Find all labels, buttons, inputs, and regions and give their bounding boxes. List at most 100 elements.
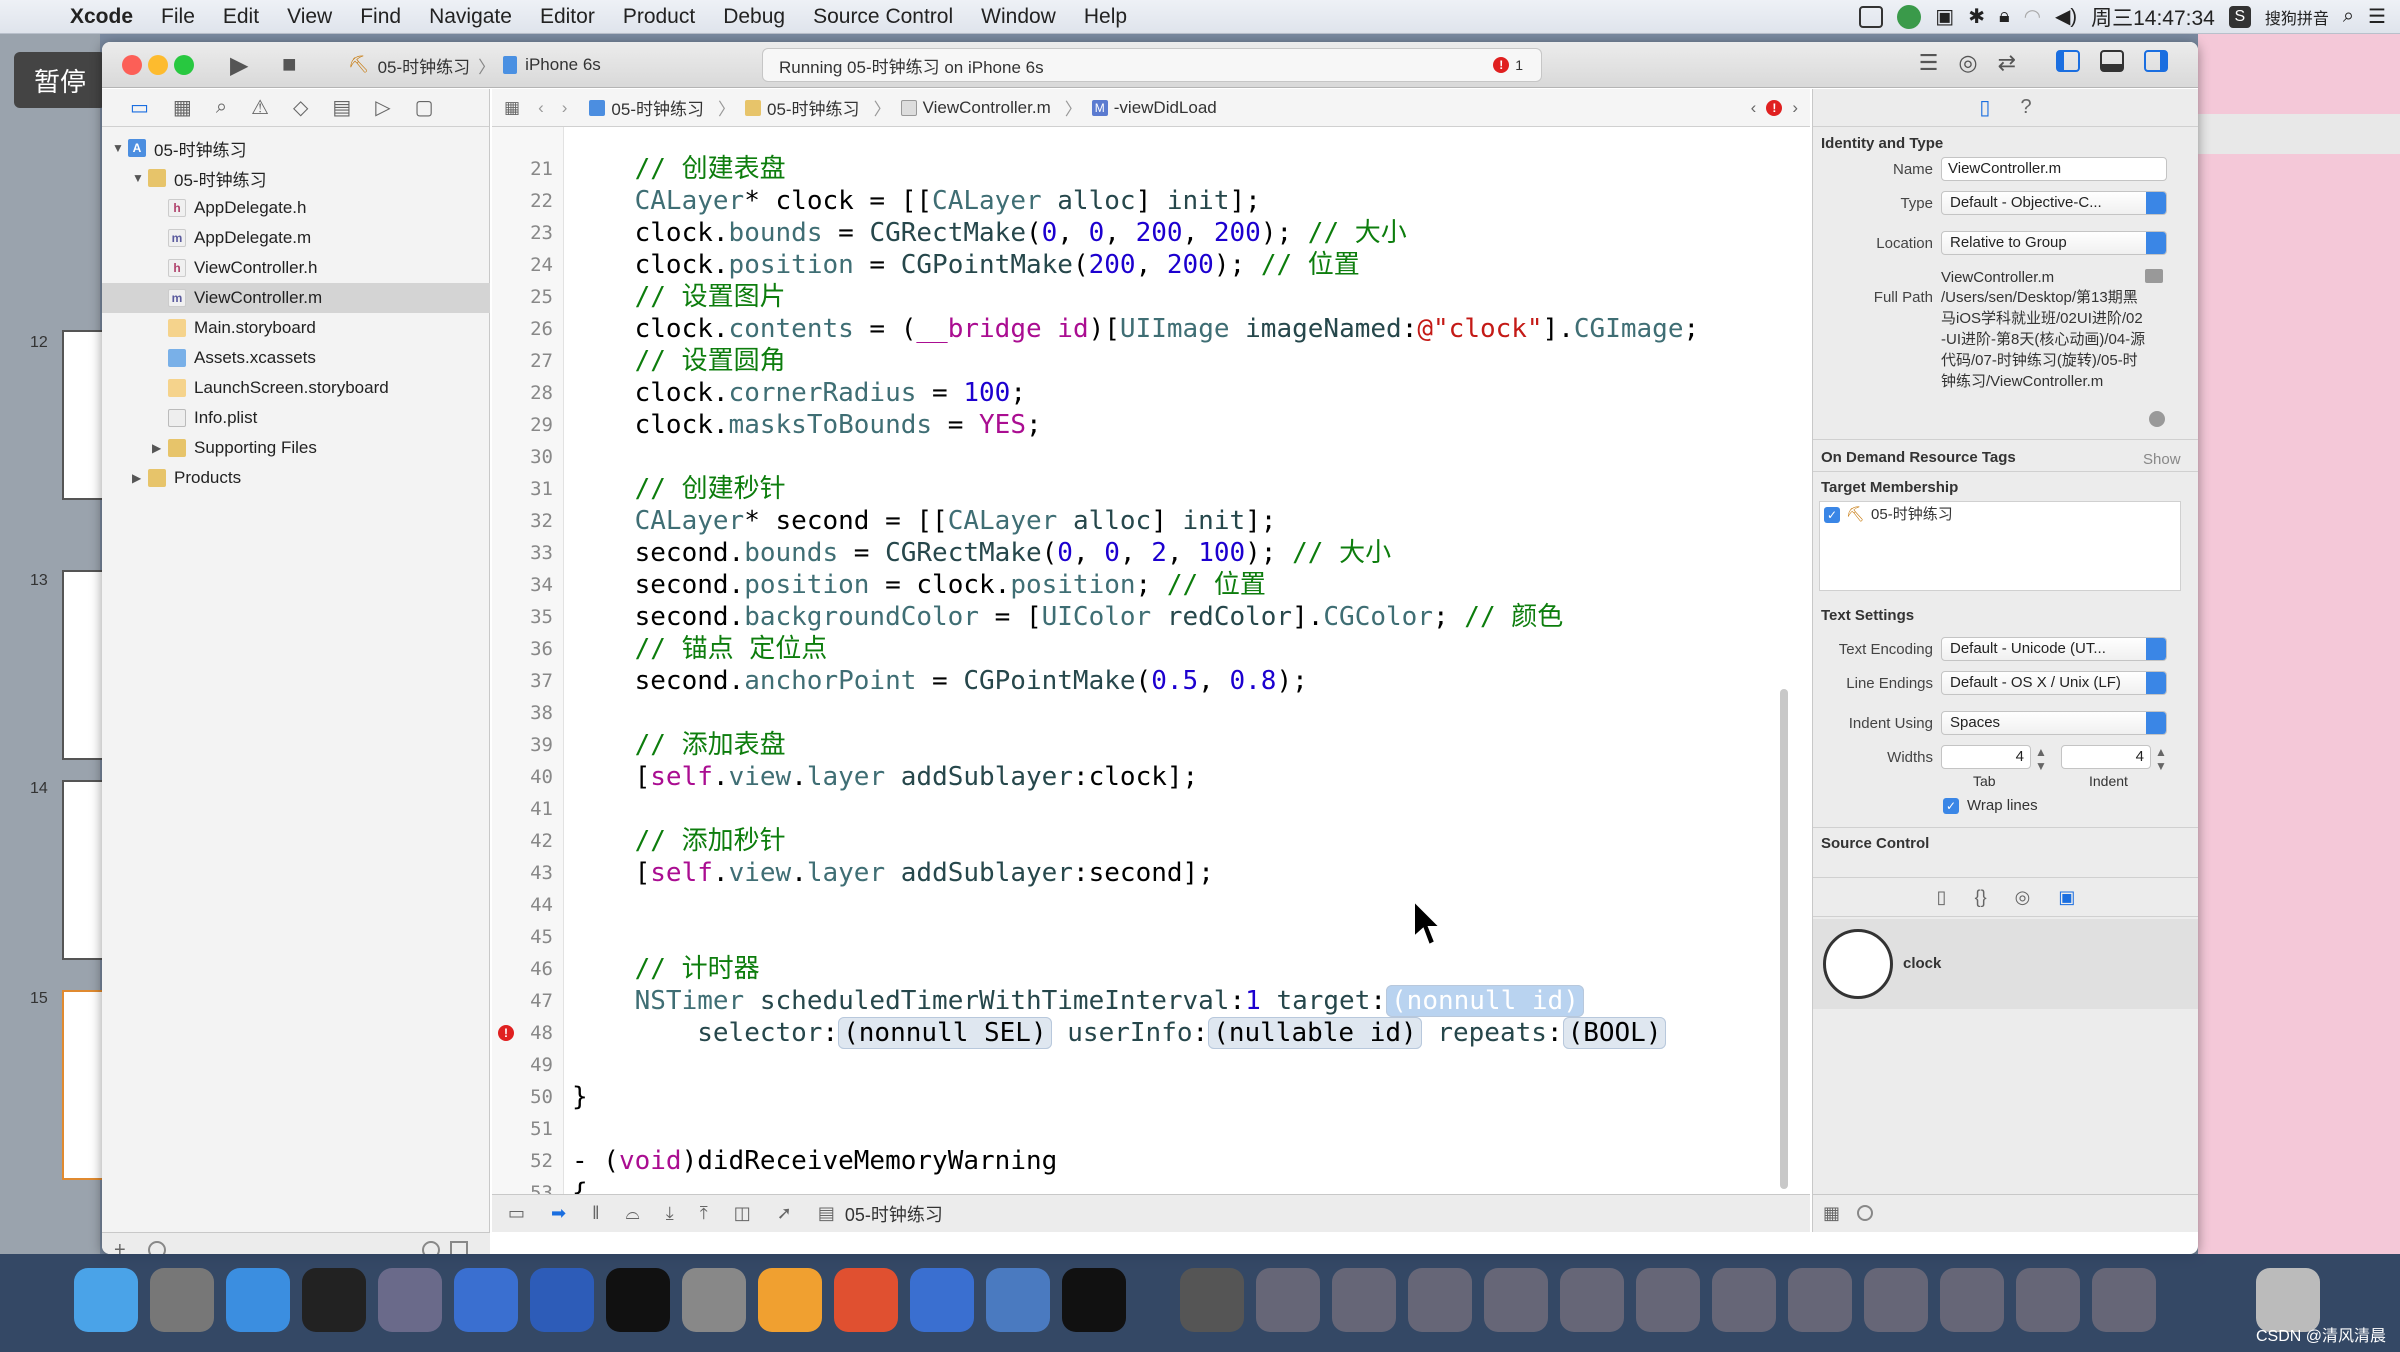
object-library-icon[interactable]: ◎	[2015, 887, 2031, 908]
quicktime-icon[interactable]	[910, 1268, 974, 1332]
disclosure-triangle-icon[interactable]: ▶	[132, 471, 148, 485]
tree-item-project[interactable]: ▼ A 05-时钟练习	[102, 133, 490, 163]
minimized-window-icon[interactable]	[1864, 1268, 1928, 1332]
instruments-icon[interactable]	[530, 1268, 594, 1332]
breakpoint-navigator-icon[interactable]: ▷	[375, 95, 390, 120]
minimized-window-icon[interactable]	[1484, 1268, 1548, 1332]
line-number[interactable]: 42	[530, 825, 553, 857]
tree-item-supporting-files[interactable]: ▶ Supporting Files	[102, 433, 490, 463]
next-issue-icon[interactable]: ›	[1792, 98, 1798, 118]
step-into-icon[interactable]: ⤓	[666, 1203, 674, 1224]
add-icon[interactable]: +	[114, 1239, 126, 1254]
disclosure-triangle-icon[interactable]: ▼	[132, 171, 148, 185]
forward-arrow-icon[interactable]: ›	[562, 98, 568, 118]
grid-view-icon[interactable]: ▦	[1823, 1203, 1840, 1224]
sketch-icon[interactable]	[758, 1268, 822, 1332]
line-number[interactable]: 32	[530, 505, 553, 537]
line-number[interactable]: 35	[530, 601, 553, 633]
tree-item-appdelegate-m[interactable]: m AppDelegate.m	[102, 223, 490, 253]
scm-filter-icon[interactable]	[450, 1241, 468, 1254]
line-number[interactable]: 49	[530, 1049, 553, 1081]
minimize-button[interactable]	[148, 55, 168, 75]
reveal-in-finder-icon[interactable]	[2149, 411, 2165, 427]
step-out-icon[interactable]: ⤒	[700, 1203, 708, 1224]
line-number[interactable]: 40	[530, 761, 553, 793]
menu-navigate[interactable]: Navigate	[415, 5, 526, 29]
filter-icon[interactable]	[1857, 1205, 1873, 1221]
code-area[interactable]: // 创建表盘 CALayer* clock = [[CALayer alloc…	[572, 127, 1792, 1194]
minimized-window-icon[interactable]	[1256, 1268, 1320, 1332]
simulate-location-icon[interactable]: ➚	[777, 1203, 792, 1224]
line-number[interactable]: 52	[530, 1145, 553, 1177]
line-number[interactable]: 44	[530, 889, 553, 921]
line-number[interactable]: 25	[530, 281, 553, 313]
minimized-window-icon[interactable]	[1180, 1268, 1244, 1332]
breadcrumb-group[interactable]: 05-时钟练习	[744, 95, 860, 120]
indent-width-field[interactable]: 4	[2061, 745, 2151, 769]
line-number[interactable]: 33	[530, 537, 553, 569]
pause-execution-icon[interactable]: ‖	[592, 1203, 599, 1224]
wrap-lines-row[interactable]: ✓ Wrap lines	[1943, 795, 2038, 816]
symbol-navigator-icon[interactable]: ▦	[173, 95, 192, 120]
disclosure-triangle-icon[interactable]: ▶	[152, 441, 168, 455]
filezilla-icon[interactable]	[986, 1268, 1050, 1332]
tree-item-group[interactable]: ▼ 05-时钟练习	[102, 163, 490, 193]
line-number[interactable]: 31	[530, 473, 553, 505]
encoding-popup[interactable]: Default - Unicode (UT...	[1941, 637, 2167, 661]
line-number[interactable]: 22	[530, 185, 553, 217]
previous-issue-icon[interactable]: ‹	[1751, 98, 1757, 118]
zoom-button[interactable]	[174, 55, 194, 75]
issue-navigator-icon[interactable]: ⚠	[251, 95, 269, 120]
tree-item-products[interactable]: ▶ Products	[102, 463, 490, 493]
file-inspector-icon[interactable]: ▯	[1979, 95, 1990, 120]
target-row[interactable]: ✓ ⛏ 05-时钟练习	[1824, 504, 1953, 525]
menu-help[interactable]: Help	[1070, 5, 1141, 29]
indent-stepper[interactable]: ▲ ▼	[2155, 745, 2167, 773]
scheme-selector[interactable]: ⛏ 05-时钟练习 〉 iPhone 6s	[348, 51, 601, 79]
location-popup[interactable]: Relative to Group	[1941, 231, 2167, 255]
tree-item-viewcontroller-h[interactable]: h ViewController.h	[102, 253, 490, 283]
debug-target-label[interactable]: 05-时钟练习	[845, 1201, 943, 1227]
breadcrumb-project[interactable]: 05-时钟练习	[589, 95, 704, 120]
menu-find[interactable]: Find	[346, 5, 415, 29]
keynote-icon[interactable]	[378, 1268, 442, 1332]
line-endings-popup[interactable]: Default - OS X / Unix (LF)	[1941, 671, 2167, 695]
line-number[interactable]: 43	[530, 857, 553, 889]
tab-stepper[interactable]: ▲ ▼	[2035, 745, 2047, 773]
volume-icon[interactable]: ◀)	[2055, 4, 2077, 29]
finder-icon[interactable]	[74, 1268, 138, 1332]
line-number[interactable]: 24	[530, 249, 553, 281]
minimized-window-icon[interactable]	[2092, 1268, 2156, 1332]
line-number[interactable]: 34	[530, 569, 553, 601]
presentation-app-icon[interactable]	[834, 1268, 898, 1332]
quick-help-icon[interactable]: ?	[2020, 96, 2031, 119]
run-button[interactable]: ▶	[230, 50, 248, 80]
menu-view[interactable]: View	[273, 5, 346, 29]
line-number[interactable]: 51	[530, 1113, 553, 1145]
close-button[interactable]	[122, 55, 142, 75]
minimized-window-icon[interactable]	[2016, 1268, 2080, 1332]
mouse-app-icon[interactable]	[302, 1268, 366, 1332]
find-navigator-icon[interactable]: ⌕	[216, 96, 227, 119]
minimized-window-icon[interactable]	[1712, 1268, 1776, 1332]
pause-button[interactable]: 暂停	[14, 52, 106, 108]
view-debugger-icon[interactable]: ◫	[734, 1203, 751, 1224]
name-field[interactable]: ViewController.m	[1941, 157, 2167, 181]
error-marker-icon[interactable]: !	[498, 1025, 514, 1041]
xcode-icon[interactable]	[454, 1268, 518, 1332]
line-number[interactable]: 21	[530, 153, 553, 185]
spotlight-icon[interactable]: ⌕	[2343, 5, 2354, 28]
code-snippet-icon[interactable]: {}	[1975, 887, 1987, 908]
placeholder-repeats[interactable]: (BOOL)	[1562, 1017, 1667, 1049]
tree-item-assets[interactable]: Assets.xcassets	[102, 343, 490, 373]
line-number[interactable]: 29	[530, 409, 553, 441]
indent-using-popup[interactable]: Spaces	[1941, 711, 2167, 735]
line-number[interactable]: 45	[530, 921, 553, 953]
minimized-window-icon[interactable]	[1940, 1268, 2004, 1332]
activity-monitor-icon[interactable]	[1062, 1268, 1126, 1332]
camera-icon[interactable]: ▣	[1935, 4, 1954, 29]
tree-item-main-storyboard[interactable]: Main.storyboard	[102, 313, 490, 343]
placeholder-selector[interactable]: (nonnull SEL)	[838, 1017, 1052, 1049]
minimized-window-icon[interactable]	[1560, 1268, 1624, 1332]
stop-button[interactable]: ■	[282, 50, 297, 80]
